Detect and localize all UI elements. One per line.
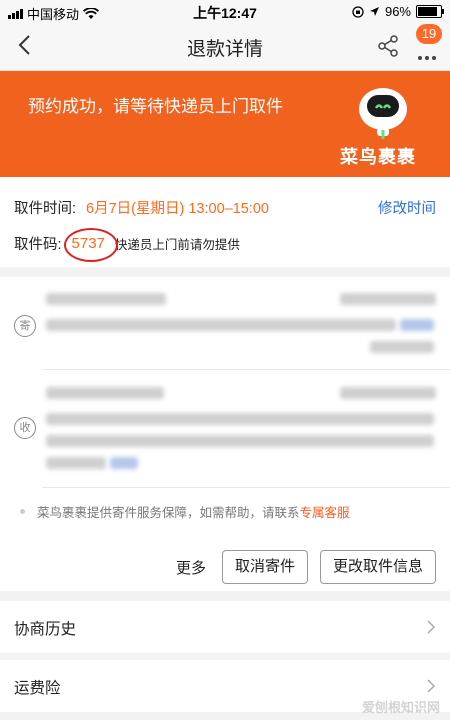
status-right: 96%: [352, 4, 444, 19]
more-button[interactable]: 更多: [176, 557, 206, 578]
blurred-text: [110, 457, 138, 469]
list-item-history[interactable]: 协商历史: [0, 601, 450, 653]
orientation-lock-icon: [352, 5, 364, 18]
service-notice: 菜鸟裹裹提供寄件服务保障，如需帮助，请联系 专属客服: [20, 502, 350, 521]
battery-icon: [416, 5, 444, 18]
share-icon[interactable]: [374, 32, 402, 60]
receiver-icon: 收: [14, 417, 36, 439]
shipment-card: 寄 收: [0, 277, 450, 591]
blurred-text: [46, 457, 106, 469]
pickup-time-label: 取件时间:: [14, 201, 77, 217]
blurred-text: [46, 413, 434, 425]
chevron-right-icon: [427, 679, 436, 693]
blurred-text: [46, 319, 396, 331]
blurred-text: [340, 387, 436, 399]
blurred-text: [340, 293, 436, 305]
pickup-info-card: 取件时间: 6月7日(星期日) 13:00–15:00 修改时间 取件码: 57…: [0, 177, 450, 267]
status-bar: 中国移动 上午12:47 96%: [0, 0, 450, 22]
nav-bar: 退款详情: [0, 22, 450, 71]
location-icon: [369, 7, 379, 16]
chevron-right-icon: [427, 620, 436, 634]
blurred-text: [370, 341, 434, 353]
battery-percent: 96%: [384, 4, 411, 19]
blurred-text: [46, 293, 166, 305]
change-pickup-info-button[interactable]: 更改取件信息: [319, 550, 436, 584]
notice-text: 菜鸟裹裹提供寄件服务保障，如需帮助，请联系: [37, 506, 300, 520]
blurred-text: [400, 319, 434, 331]
customer-service-link[interactable]: 专属客服: [300, 502, 350, 521]
history-label: 协商历史: [14, 621, 77, 638]
insurance-label: 运费险: [14, 680, 61, 697]
divider: [42, 369, 450, 370]
cainiao-robot-icon: [359, 88, 407, 139]
divider: [42, 487, 450, 488]
banner-message: 预约成功，请等待快递员上门取件: [28, 97, 283, 116]
pickup-code-row: 取件码: 5737 快递员上门前请勿提供: [14, 228, 240, 262]
sender-icon: 寄: [14, 315, 36, 337]
receiver-address: 收: [0, 371, 450, 481]
action-buttons: 更多 取消寄件 更改取件信息: [176, 550, 436, 584]
watermark: 爱刨根知识网: [361, 700, 440, 715]
pickup-code-note: 快递员上门前请勿提供: [114, 238, 240, 252]
cancel-shipment-button[interactable]: 取消寄件: [221, 550, 308, 584]
red-circle-annotation: [63, 228, 118, 262]
brand-logo-text: 菜鸟裹裹: [340, 147, 416, 167]
blurred-text: [46, 435, 434, 447]
modify-time-link[interactable]: 修改时间: [378, 197, 436, 218]
pickup-time-value: 6月7日(星期日) 13:00–15:00: [86, 201, 269, 217]
pickup-time-row: 取件时间: 6月7日(星期日) 13:00–15:00: [14, 197, 269, 218]
pickup-code-value: 5737: [63, 228, 118, 262]
status-banner: 预约成功，请等待快递员上门取件 菜鸟裹裹: [0, 71, 450, 177]
bullet-dot: [20, 509, 25, 514]
sender-address: 寄: [0, 277, 450, 367]
blurred-text: [46, 387, 164, 399]
notification-badge[interactable]: 19: [416, 24, 442, 44]
pickup-code-label: 取件码:: [14, 237, 62, 253]
